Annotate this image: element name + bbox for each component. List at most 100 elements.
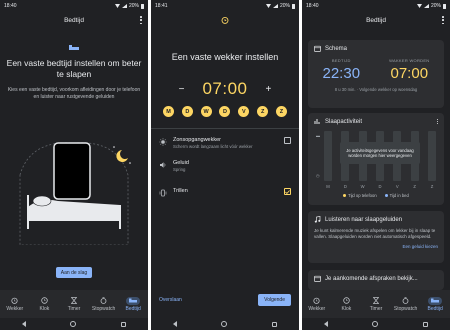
day-toggle[interactable]: Z [257, 106, 269, 117]
tab-bedtime[interactable]: Bedtijd [421, 296, 449, 312]
home-icon[interactable] [221, 321, 228, 327]
calendar-icon [314, 275, 321, 282]
divider [151, 128, 299, 129]
sound-option[interactable]: Geluid Spring [159, 160, 291, 172]
alarm-icon [10, 297, 19, 305]
tab-stopwatch[interactable]: Stopwatch [90, 297, 118, 312]
bottom-tab-bar: Wekker Klok Timer Stopwatch Bedtijd [0, 290, 148, 318]
alarm-time[interactable]: 07:00 [202, 79, 247, 99]
day-label: V [395, 184, 399, 189]
tab-bedtime[interactable]: Bedtijd [119, 296, 147, 312]
day-toggle[interactable]: D [181, 106, 193, 117]
bed-icon [126, 296, 141, 305]
bottom-tab-bar: Wekker Klok Timer Stopwatch Bedtijd [302, 290, 450, 318]
tab-timer[interactable]: Timer [362, 297, 390, 312]
hourglass-icon [371, 297, 380, 305]
day-toggle[interactable]: M [163, 106, 174, 117]
day-toggle[interactable]: Z [275, 106, 287, 117]
tab-clock[interactable]: Klok [30, 297, 58, 312]
choose-sound-link[interactable]: Een geluid kiezen [308, 240, 444, 249]
decrease-time-button[interactable]: − [179, 84, 185, 95]
alarm-icon [312, 297, 321, 305]
next-button[interactable]: Volgende [258, 294, 291, 306]
back-icon[interactable] [324, 321, 329, 327]
system-nav-bar [0, 318, 148, 330]
bed-phone-illustration [19, 142, 131, 245]
alarm-icon: ◷ [316, 173, 320, 178]
signal-icon [121, 4, 127, 8]
tab-alarm[interactable]: Wekker [1, 297, 29, 312]
day-toggle[interactable]: V [238, 106, 250, 117]
bar-chart-icon [314, 119, 320, 124]
back-icon[interactable] [22, 321, 27, 327]
battery-icon [443, 3, 446, 9]
empty-state-message: Je activiteitsgegevens voor vandaag word… [340, 142, 420, 164]
schedule-card[interactable]: Schema BEDTIJD 22:30 WAKKER WORDEN 07:00… [308, 40, 444, 108]
get-started-button[interactable]: Aan de slag [56, 267, 92, 278]
sleep-chart: ▬ ◷ Je activiteitsgegevens voor vandaag … [316, 131, 436, 189]
time-picker: − 07:00 + [151, 79, 299, 99]
vibrate-option[interactable]: Trillen [159, 188, 291, 197]
option-title: Trillen [173, 188, 188, 194]
home-icon[interactable] [372, 321, 379, 327]
stopwatch-icon [401, 297, 410, 305]
events-heading: Je aankomende afspraken bekijk... [325, 275, 418, 282]
day-toggle[interactable]: D [219, 106, 231, 117]
day-label: M [326, 184, 330, 189]
wifi-icon [416, 4, 422, 8]
day-label: D [343, 184, 347, 189]
sunrise-checkbox[interactable] [284, 137, 291, 144]
battery-icon [292, 3, 295, 9]
wifi-icon [114, 4, 120, 8]
intro-description: Kies een vaste bedtijd, voorkom afleidin… [7, 87, 141, 100]
music-note-icon [314, 216, 321, 223]
home-icon[interactable] [70, 321, 77, 327]
tab-timer[interactable]: Timer [60, 297, 88, 312]
bedtime-intro-screen: 18:40 20% Bedtijd Een vaste bedtijd inst… [0, 0, 148, 330]
more-options-icon[interactable] [140, 16, 142, 24]
clock-icon [40, 297, 49, 305]
upcoming-events-card[interactable]: Je aankomende afspraken bekijk... [308, 270, 444, 290]
day-label: W [360, 184, 365, 189]
tab-clock[interactable]: Klok [332, 297, 360, 312]
sleep-activity-card[interactable]: Slaapactiviteit ▬ ◷ Je activiteitsgegeve… [308, 113, 444, 205]
bedtime-column[interactable]: BEDTIJD 22:30 [323, 58, 361, 82]
increase-time-button[interactable]: + [266, 84, 272, 95]
calendar-icon [314, 45, 321, 52]
battery-text: 20% [430, 3, 441, 9]
day-bar [427, 131, 436, 181]
tab-stopwatch[interactable]: Stopwatch [392, 297, 420, 312]
day-bar [324, 131, 332, 181]
recents-icon[interactable] [422, 321, 428, 327]
sleep-sounds-card[interactable]: Luisteren naar slaapgeluiden Je kunt kal… [308, 211, 444, 263]
bedtime-value: 22:30 [322, 65, 361, 82]
sounds-heading: Luisteren naar slaapgeluiden [325, 216, 403, 223]
bedtime-overview-screen: 18:40 20% Bedtijd Schema BEDTIJD 22:30 W… [302, 0, 450, 330]
day-label: Z [430, 184, 434, 189]
status-bar: 18:40 20% [0, 0, 148, 12]
skip-button[interactable]: Overslaan [159, 297, 182, 303]
sunrise-icon [159, 138, 167, 146]
battery-icon [141, 3, 144, 9]
option-subtitle: Spring [173, 167, 186, 172]
status-time: 18:41 [155, 3, 168, 9]
wake-column[interactable]: WAKKER WORDEN 07:00 [389, 58, 429, 82]
vibrate-checkbox[interactable] [284, 188, 291, 195]
page-title: Bedtijd [366, 17, 386, 24]
more-options-icon[interactable] [442, 16, 444, 24]
recents-icon[interactable] [271, 321, 277, 327]
signal-icon [423, 4, 429, 8]
stopwatch-icon [99, 297, 108, 305]
battery-text: 20% [128, 3, 139, 9]
sleep-heading: Slaapactiviteit [325, 118, 363, 125]
recents-icon[interactable] [120, 321, 126, 327]
day-toggle[interactable]: W [200, 106, 212, 117]
sunrise-alarm-option[interactable]: Zonsopgangwekker Scherm wordt langzaam l… [159, 137, 291, 149]
back-icon[interactable] [173, 321, 178, 327]
page-title: Bedtijd [64, 17, 84, 24]
schedule-note: 8 u 30 min. · Volgende wekker op woensda… [334, 87, 418, 92]
tab-alarm[interactable]: Wekker [303, 297, 331, 312]
more-options-icon[interactable] [436, 119, 438, 124]
option-subtitle: Scherm wordt langzaam licht vóór wekker [173, 144, 253, 149]
wifi-icon [265, 4, 271, 8]
